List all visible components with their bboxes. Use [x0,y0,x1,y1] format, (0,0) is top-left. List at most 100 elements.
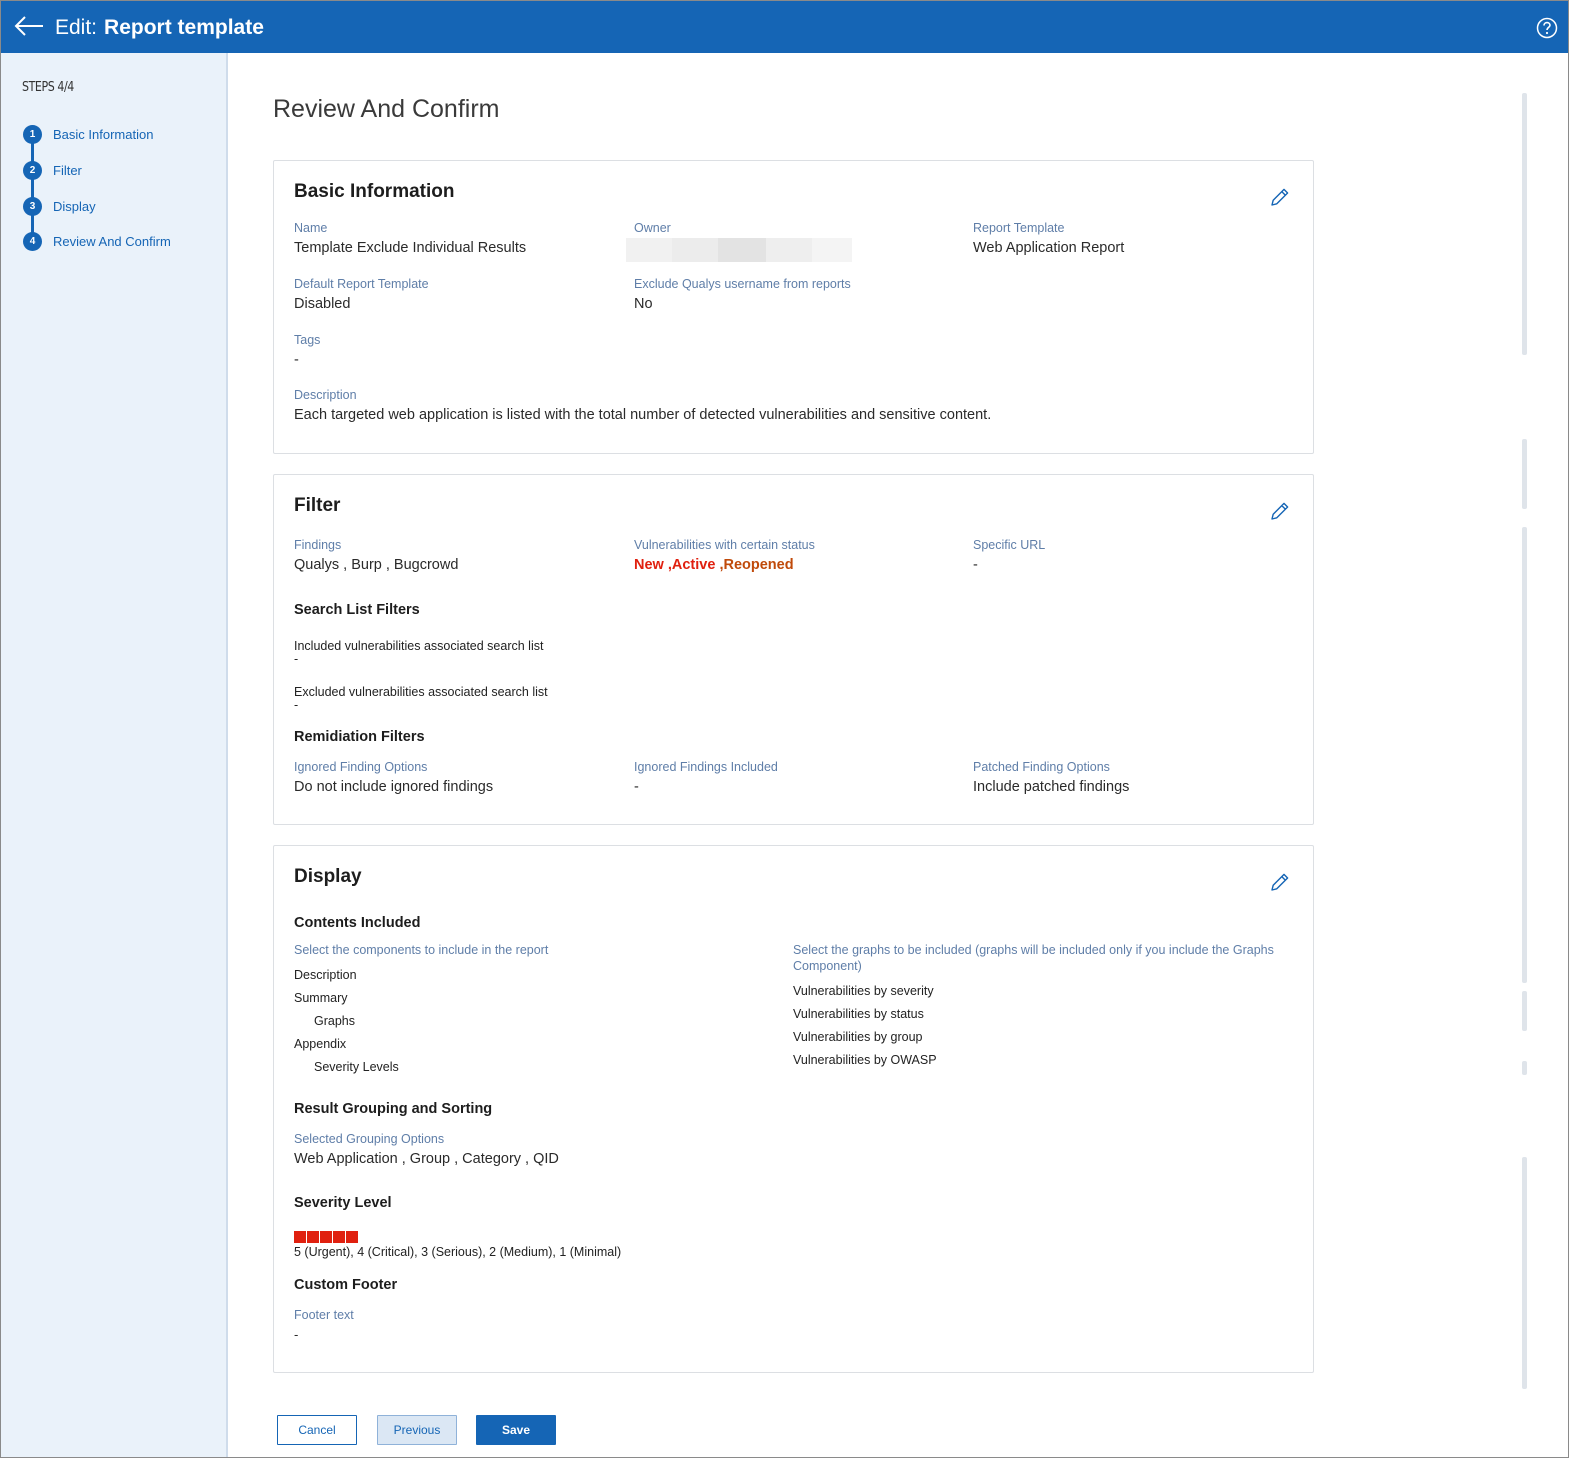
field-label: Name [294,221,328,235]
owner-field: Owner [626,220,852,262]
status-new: New [634,557,664,573]
field-value: Disabled [294,296,351,312]
step-number: 1 [23,124,42,144]
field-value: Qualys , Burp , Bugcrowd [294,557,459,573]
field-value: Each targeted web application is listed … [294,407,992,423]
ignored-finding-options-field: Ignored Finding Options Do not include i… [294,759,493,797]
scrollbar-segment [1522,527,1527,983]
basic-information-card: Basic Information Name Template Exclude … [273,160,1314,454]
severity-level-heading: Severity Level [294,1195,392,1211]
severity-level-field: 5 (Urgent), 4 (Critical), 3 (Serious), 2… [294,1231,621,1260]
contents-included-heading: Contents Included [294,915,421,931]
field-label: Ignored Findings Included [634,760,778,774]
field-label: Exclude Qualys username from reports [634,277,851,291]
severity-levels-value: 5 (Urgent), 4 (Critical), 3 (Serious), 2… [294,1245,622,1259]
step-label: Basic Information [53,126,154,142]
header-template-name: Report template [104,16,264,39]
page-title: Review And Confirm [273,95,500,123]
field-value: No [634,296,653,312]
step-number: 4 [23,231,42,251]
field-value: - [634,779,639,795]
ignored-findings-included-field: Ignored Findings Included - [634,759,778,797]
search-list-filters-heading: Search List Filters [294,602,420,618]
severity-box [307,1231,319,1243]
severity-box [333,1231,345,1243]
filter-card: Filter Findings Qualys , Burp , Bugcrowd… [273,474,1314,825]
exclude-username-field: Exclude Qualys username from reports No [634,276,851,314]
status-reopened: ,Reopened [715,557,794,573]
step-filter[interactable]: 2 Filter [23,160,82,180]
component-subitem: Graphs [314,1014,355,1028]
field-label: Specific URL [973,538,1046,552]
severity-boxes [294,1231,621,1244]
field-label: Patched Finding Options [973,760,1110,774]
field-label: Owner [634,221,671,235]
description-field: Description Each targeted web applicatio… [294,387,991,425]
field-label: Ignored Finding Options [294,760,428,774]
graph-item: Vulnerabilities by OWASP [793,1053,937,1067]
card-heading: Basic Information [294,181,455,202]
status-values: New ,Active ,Reopened [634,555,815,575]
field-value: Do not include ignored findings [294,779,494,795]
card-heading: Filter [294,495,341,516]
field-value: Template Exclude Individual Results [294,240,527,256]
tags-field: Tags - [294,332,320,370]
step-review-and-confirm[interactable]: 4 Review And Confirm [23,231,171,251]
step-label: Filter [53,162,82,178]
field-label: Included vulnerabilities associated sear… [294,639,544,653]
field-label: Findings [294,538,342,552]
owner-redacted-value [626,238,852,262]
pencil-edit-icon[interactable] [1269,871,1291,893]
scrollbar-segment [1522,1061,1527,1075]
cancel-button[interactable]: Cancel [277,1415,357,1445]
page-header-title: Edit: Report template [55,16,264,40]
findings-field: Findings Qualys , Burp , Bugcrowd [294,537,458,575]
field-value: - [294,352,299,368]
field-value: - [294,652,299,666]
graph-item: Vulnerabilities by group [793,1030,923,1044]
step-label: Display [53,198,96,214]
component-subitem: Severity Levels [314,1060,399,1074]
severity-box [294,1231,306,1243]
step-number: 3 [23,196,42,216]
display-card: Display Contents Included Select the com… [273,845,1314,1373]
steps-progress-line [31,133,34,243]
steps-sidebar: STEPS 4/4 1 Basic Information 2 Filter 3… [1,53,228,1457]
back-arrow-icon[interactable] [13,13,45,39]
scrollbar[interactable] [1522,93,1527,355]
header-bar: Edit: Report template [1,1,1568,53]
header-edit-label: Edit: [55,16,98,39]
help-icon[interactable] [1536,17,1558,39]
field-label: Description [294,388,357,402]
graph-item: Vulnerabilities by status [793,1007,924,1021]
footer-text-field: Footer text - [294,1307,354,1345]
report-template-field: Report Template Web Application Report [973,220,1124,258]
name-field: Name Template Exclude Individual Results [294,220,526,258]
field-value: Web Application Report [973,240,1125,256]
pencil-edit-icon[interactable] [1269,500,1291,522]
scrollbar-segment [1522,439,1527,509]
severity-box [346,1231,358,1243]
card-heading: Display [294,866,362,887]
grouping-options-field: Selected Grouping Options Web Applicatio… [294,1131,559,1169]
pencil-edit-icon[interactable] [1269,186,1291,208]
step-number: 2 [23,160,42,180]
graphs-section: Select the graphs to be included (graphs… [793,942,1293,1068]
save-button[interactable]: Save [476,1415,556,1445]
previous-button[interactable]: Previous [377,1415,457,1445]
field-value: - [294,1327,299,1342]
scrollbar-segment [1522,991,1527,1031]
severity-box [320,1231,332,1243]
step-display[interactable]: 3 Display [23,196,96,216]
components-section: Select the components to include in the … [294,942,754,1075]
step-basic-information[interactable]: 1 Basic Information [23,124,153,144]
field-label: Selected Grouping Options [294,1132,445,1146]
patched-finding-options-field: Patched Finding Options Include patched … [973,759,1129,797]
custom-footer-heading: Custom Footer [294,1277,398,1293]
component-item: Appendix [294,1037,347,1051]
vulnerability-status-field: Vulnerabilities with certain status New … [634,537,815,575]
components-label: Select the components to include in the … [294,943,549,957]
excluded-search-list-field: Excluded vulnerabilities associated sear… [294,684,548,712]
field-value: - [294,698,299,712]
app-window: Edit: Report template STEPS 4/4 1 Basic I… [0,0,1569,1458]
